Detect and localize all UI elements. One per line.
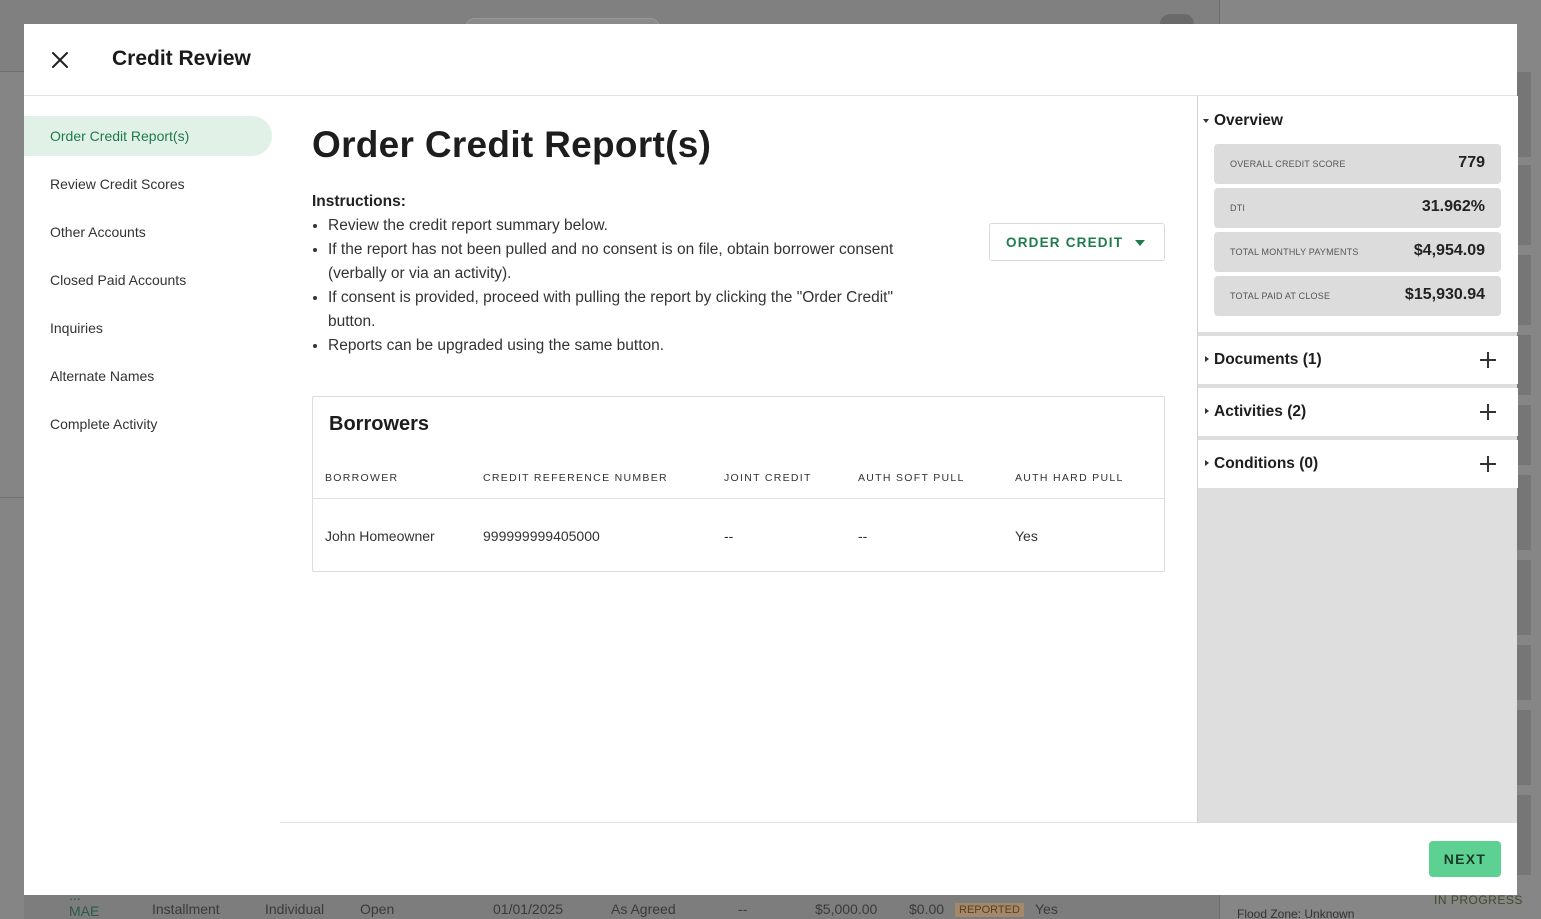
borrowers-card: Borrowers BORROWER CREDIT REFERENCE NUMB…: [312, 396, 1165, 572]
expand-triangle-icon: [1205, 460, 1209, 466]
background-cell-dash: --: [738, 901, 748, 917]
cell-auth-soft-pull: --: [858, 528, 868, 544]
section-activities[interactable]: Activities (2): [1198, 388, 1518, 436]
section-documents-label: Documents (1): [1214, 351, 1322, 368]
stat-dti: DTI 31.962%: [1214, 188, 1501, 228]
nav-item-complete-activity[interactable]: Complete Activity: [24, 404, 272, 444]
instructions-list: Review the credit report summary below. …: [312, 214, 932, 358]
stat-label: DTI: [1230, 203, 1246, 213]
stat-total-paid-at-close: TOTAL PAID AT CLOSE $15,930.94: [1214, 276, 1501, 316]
stat-overall-credit-score: OVERALL CREDIT SCORE 779: [1214, 144, 1501, 184]
table-divider: [313, 498, 1164, 499]
background-cell-ownership: Individual: [265, 901, 325, 917]
modal-header: Credit Review: [24, 24, 1517, 96]
background-cell-flag: Yes: [1035, 901, 1058, 917]
instructions-label: Instructions:: [312, 193, 406, 210]
stat-value: $4,954.09: [1413, 242, 1485, 259]
stat-label: TOTAL PAID AT CLOSE: [1230, 291, 1331, 301]
stat-value: $15,930.94: [1404, 286, 1485, 303]
column-header-auth-hard-pull: AUTH HARD PULL: [1015, 472, 1124, 484]
order-credit-label: ORDER CREDIT: [1006, 235, 1124, 250]
section-conditions[interactable]: Conditions (0): [1198, 440, 1518, 488]
background-cell-amount: $5,000.00: [815, 901, 878, 917]
expand-triangle-icon: [1205, 408, 1209, 414]
background-card: [1517, 475, 1531, 550]
plus-icon[interactable]: [1478, 350, 1498, 370]
background-cell-type: Installment: [152, 901, 220, 917]
background-divider: [0, 497, 24, 498]
borrowers-title: Borrowers: [329, 413, 430, 435]
instruction-item: Review the credit report summary below.: [328, 214, 932, 238]
stat-value: 779: [1458, 154, 1485, 171]
background-cell-status: Open: [360, 901, 395, 917]
cell-auth-hard-pull: Yes: [1015, 528, 1038, 544]
nav-item-review-credit-scores[interactable]: Review Credit Scores: [24, 164, 272, 204]
order-credit-button[interactable]: ORDER CREDIT: [989, 223, 1165, 261]
background-flood-zone: Flood Zone: Unknown: [1237, 907, 1355, 919]
instruction-item: Reports can be upgraded using the same b…: [328, 334, 932, 358]
modal-title: Credit Review: [112, 47, 251, 70]
next-button[interactable]: NEXT: [1429, 841, 1501, 877]
section-conditions-label: Conditions (0): [1214, 455, 1319, 472]
column-header-auth-soft-pull: AUTH SOFT PULL: [858, 472, 965, 484]
overview-panel: Overview OVERALL CREDIT SCORE 779 DTI 31…: [1197, 96, 1518, 823]
next-button-label: NEXT: [1443, 851, 1487, 867]
section-activities-label: Activities (2): [1214, 403, 1307, 420]
background-cell-rating: As Agreed: [611, 901, 676, 917]
background-card: [1517, 710, 1531, 785]
overview-section: Overview OVERALL CREDIT SCORE 779 DTI 31…: [1198, 96, 1518, 332]
cell-joint-credit: --: [724, 528, 734, 544]
footer-divider: [280, 822, 1197, 823]
caret-down-icon: [1135, 240, 1145, 246]
instruction-item: If the report has not been pulled and no…: [328, 238, 932, 286]
background-status-badge: REPORTED: [955, 903, 1024, 917]
column-header-credit-reference-number: CREDIT REFERENCE NUMBER: [483, 472, 668, 484]
nav-item-inquiries[interactable]: Inquiries: [24, 308, 272, 348]
expand-triangle-icon: [1205, 356, 1209, 362]
stat-label: OVERALL CREDIT SCORE: [1230, 159, 1346, 169]
background-card: [1517, 405, 1531, 465]
stat-value: 31.962%: [1421, 198, 1485, 215]
overview-title[interactable]: Overview: [1214, 112, 1283, 130]
column-header-borrower: BORROWER: [325, 472, 399, 484]
instructions: Instructions: Review the credit report s…: [312, 190, 932, 358]
nav-item-alternate-names[interactable]: Alternate Names: [24, 356, 272, 396]
background-left-edge: [0, 72, 24, 919]
page-title: Order Credit Report(s): [312, 124, 712, 165]
background-card: [1517, 645, 1531, 700]
background-card: [1517, 165, 1531, 245]
collapse-triangle-icon[interactable]: [1203, 119, 1209, 123]
background-cell-date: 01/01/2025: [493, 901, 564, 917]
cell-borrower: John Homeowner: [325, 528, 435, 544]
main-content: Order Credit Report(s) Instructions: Rev…: [280, 96, 1197, 822]
nav-item-closed-paid-accounts[interactable]: Closed Paid Accounts: [24, 260, 272, 300]
column-header-joint-credit: JOINT CREDIT: [724, 472, 812, 484]
background-card: [1517, 72, 1531, 157]
plus-icon[interactable]: [1478, 454, 1498, 474]
background-cell-balance: $0.00: [909, 901, 945, 917]
close-icon[interactable]: [48, 48, 72, 72]
stat-total-monthly-payments: TOTAL MONTHLY PAYMENTS $4,954.09: [1214, 232, 1501, 272]
background-card: [1517, 560, 1531, 635]
nav-item-other-accounts[interactable]: Other Accounts: [24, 212, 272, 252]
background-card: [1517, 335, 1531, 395]
background-avatar: [1160, 14, 1194, 24]
instruction-item: If consent is provided, proceed with pul…: [328, 286, 932, 334]
credit-review-modal: Credit Review Order Credit Report(s) Rev…: [24, 24, 1518, 895]
stat-label: TOTAL MONTHLY PAYMENTS: [1230, 247, 1359, 257]
nav-item-order-credit-reports[interactable]: Order Credit Report(s): [24, 116, 272, 156]
background-table-row: ... MAE Installment Individual Open 01/0…: [32, 887, 1222, 919]
background-lender-line2: MAE: [69, 903, 100, 919]
plus-icon[interactable]: [1478, 402, 1498, 422]
background-card: [1517, 795, 1531, 875]
background-card: [1517, 255, 1531, 325]
section-documents[interactable]: Documents (1): [1198, 336, 1518, 384]
cell-credit-reference-number: 999999999405000: [483, 528, 600, 544]
step-nav: Order Credit Report(s) Review Credit Sco…: [24, 116, 280, 452]
background-progress-badge: IN PROGRESS: [1434, 893, 1523, 907]
